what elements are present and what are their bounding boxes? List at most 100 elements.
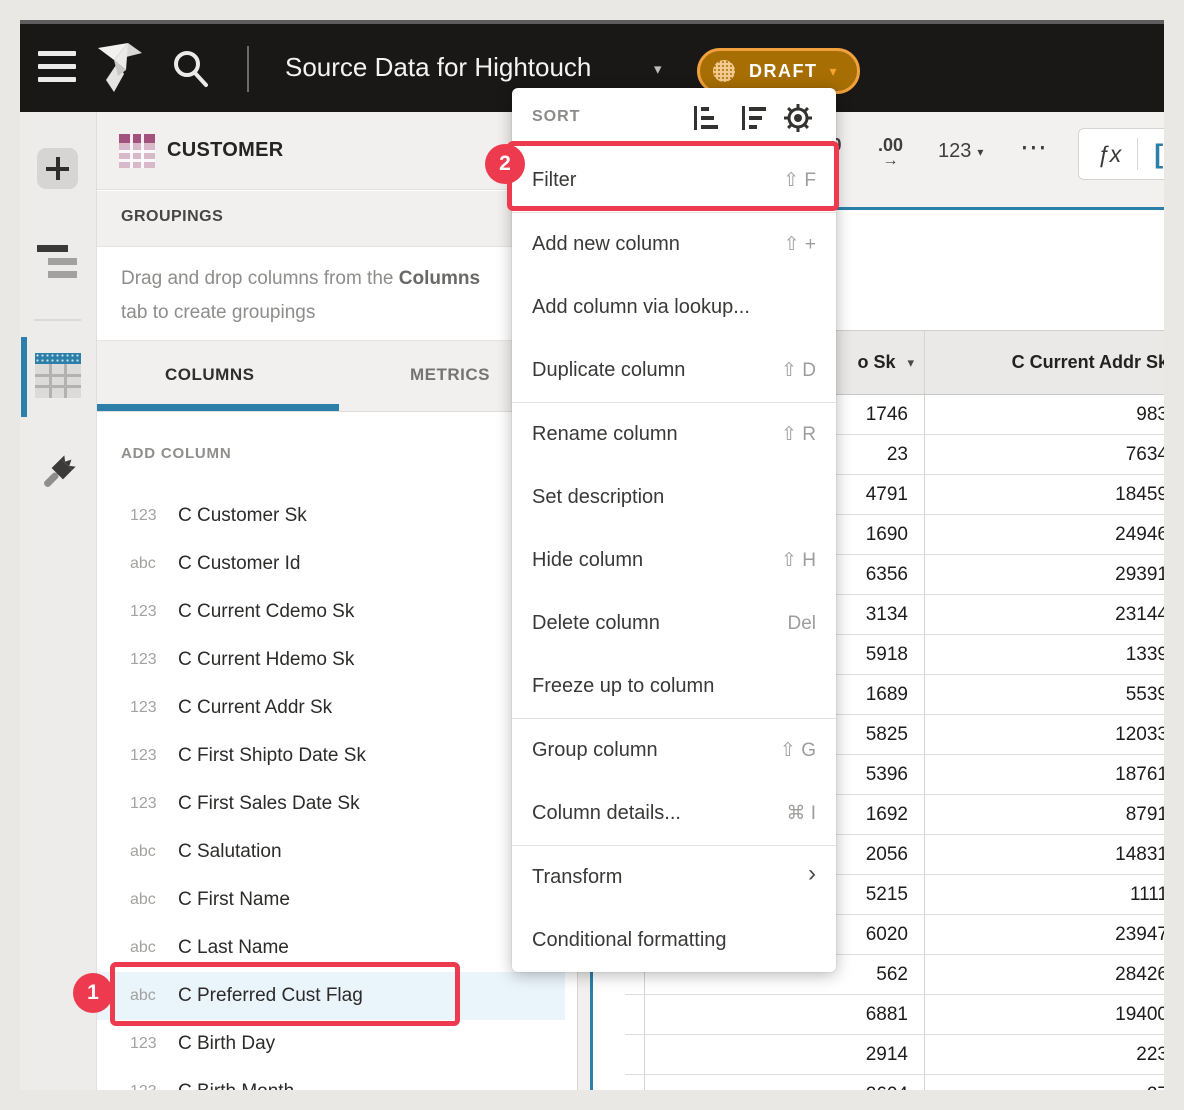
column-list-item[interactable]: 123C Birth Month	[97, 1068, 565, 1090]
draft-status-dot-icon	[713, 60, 735, 82]
element-properties-icon[interactable]	[35, 353, 81, 398]
column-list-item[interactable]: 123C First Sales Date Sk	[97, 780, 565, 828]
column-context-menu: SORT	[512, 88, 836, 972]
column-list-item[interactable]: 123C Birth Day	[97, 1020, 565, 1068]
table-cell[interactable]: 18761	[925, 755, 1164, 794]
outline-panel-icon[interactable]	[37, 245, 79, 281]
column-list-label: C First Sales Date Sk	[178, 793, 360, 815]
increase-decimal-button[interactable]: .00→	[878, 135, 903, 170]
column-list-label: C First Name	[178, 889, 290, 911]
menu-item-shortcut: ⇧ +	[784, 233, 816, 256]
column-list-item[interactable]: abcC Last Name	[97, 924, 565, 972]
document-title-caret-icon[interactable]: ▾	[654, 60, 662, 78]
column-type-tag: 123	[130, 795, 174, 813]
table-cell[interactable]: 7634	[925, 435, 1164, 474]
table-cell[interactable]: 1111	[925, 875, 1164, 914]
sort-settings-gear-icon[interactable]	[782, 102, 814, 134]
menu-item-filter[interactable]: Filter⇧ F	[512, 149, 836, 212]
formula-bar[interactable]: ƒx [	[1078, 128, 1164, 180]
menu-item-transform[interactable]: Transform›	[512, 846, 836, 909]
column-list-label: C Current Cdemo Sk	[178, 601, 354, 623]
draft-status-label: DRAFT	[749, 61, 818, 82]
search-icon[interactable]	[166, 44, 216, 94]
element-panel: CUSTOMER GROUPINGS Drag and drop columns…	[97, 112, 578, 1090]
column-list-label: C Current Hdemo Sk	[178, 649, 354, 671]
tab-columns[interactable]: COLUMNS	[165, 365, 254, 385]
column-list-label: C Last Name	[178, 937, 289, 959]
table-cell[interactable]: 18459	[925, 475, 1164, 514]
column-list-label: C First Shipto Date Sk	[178, 745, 366, 767]
table-cell[interactable]: 6881	[645, 995, 925, 1034]
column-list-item[interactable]: 123C First Shipto Date Sk	[97, 732, 565, 780]
menu-item-duplicate-column[interactable]: Duplicate column⇧ D	[512, 339, 836, 402]
menu-item-label: Transform	[532, 866, 622, 889]
menu-item-add-column-via-lookup[interactable]: Add column via lookup...	[512, 276, 836, 339]
column-list: 123C Customer SkabcC Customer Id123C Cur…	[97, 492, 578, 1090]
table-cell[interactable]: 29391	[925, 555, 1164, 594]
menu-item-label: Hide column	[532, 549, 643, 572]
table-cell[interactable]: 24946	[925, 515, 1164, 554]
column-list-item[interactable]: abcC Customer Id	[97, 540, 565, 588]
menu-item-group-column[interactable]: Group column⇧ G	[512, 719, 836, 782]
hamburger-menu-icon[interactable]	[38, 48, 76, 88]
menu-item-delete-column[interactable]: Delete column Del	[512, 592, 836, 655]
menu-item-set-description[interactable]: Set description	[512, 466, 836, 529]
menu-item-rename-column[interactable]: Rename column⇧ R	[512, 403, 836, 466]
menu-item-add-new-column[interactable]: Add new column⇧ +	[512, 213, 836, 276]
menu-item-shortcut: ⌘ I	[786, 802, 816, 825]
active-tool-indicator	[21, 337, 27, 417]
formula-bar-divider	[1137, 138, 1138, 170]
format-brush-icon[interactable]	[35, 450, 81, 496]
formula-bracket: [	[1154, 139, 1163, 170]
document-title[interactable]: Source Data for Hightouch	[285, 52, 591, 83]
groupings-header: GROUPINGS	[121, 208, 223, 226]
column-list-item[interactable]: abcC First Name	[97, 876, 565, 924]
menu-item-hide-column[interactable]: Hide column⇧ H	[512, 529, 836, 592]
table-cell[interactable]: 27	[925, 1075, 1164, 1090]
table-cell[interactable]: 2604	[645, 1075, 925, 1090]
column-list-label: C Current Addr Sk	[178, 697, 332, 719]
sort-ascending-icon[interactable]	[690, 102, 722, 134]
annotation-badge-step2: 2	[485, 144, 525, 184]
column-list-item[interactable]: 123C Current Cdemo Sk	[97, 588, 565, 636]
sigma-logo-icon[interactable]	[92, 40, 146, 96]
column-list-item[interactable]: 123C Current Hdemo Sk	[97, 636, 565, 684]
table-cell[interactable]: 23947	[925, 915, 1164, 954]
menu-item-shortcut: ⇧ D	[781, 359, 816, 382]
table-gutter-cell	[625, 1035, 645, 1074]
menu-item-label: Column details...	[532, 802, 681, 825]
draft-caret-icon: ▾	[830, 63, 837, 80]
column-list-label: C Preferred Cust Flag	[178, 985, 363, 1007]
table-cell[interactable]: 19400	[925, 995, 1164, 1034]
table-cell[interactable]: 223	[925, 1035, 1164, 1074]
menu-item-conditional-formatting[interactable]: Conditional formatting	[512, 909, 836, 972]
annotation-badge-step1: 1	[73, 973, 113, 1013]
table-cell[interactable]: 1339	[925, 635, 1164, 674]
menu-item-label: Delete column	[532, 612, 660, 635]
table-cell[interactable]: 12033	[925, 715, 1164, 754]
column-list-item[interactable]: abcC Salutation	[97, 828, 565, 876]
table-cell[interactable]: 14831	[925, 835, 1164, 874]
table-cell[interactable]: 5539	[925, 675, 1164, 714]
number-format-dropdown[interactable]: 123▾	[938, 140, 983, 163]
table-cell[interactable]: 28426	[925, 955, 1164, 994]
table-row: 2914223	[625, 1035, 1164, 1075]
column-list-item[interactable]: 123C Customer Sk	[97, 492, 565, 540]
menu-item-column-details[interactable]: Column details... ⌘ I	[512, 782, 836, 845]
menu-item-freeze-up-to-column[interactable]: Freeze up to column	[512, 655, 836, 718]
column-list-item[interactable]: 123C Current Addr Sk	[97, 684, 565, 732]
add-element-button[interactable]	[37, 148, 78, 189]
more-options-button[interactable]: ⋯	[1020, 132, 1049, 163]
sort-descending-icon[interactable]	[738, 102, 770, 134]
column-list-item[interactable]: abcC Preferred Cust Flag	[97, 972, 565, 1020]
column-menu-caret-icon[interactable]: ▾	[907, 355, 914, 371]
column-header-current-addr-sk[interactable]: C Current Addr Sk	[925, 331, 1164, 394]
panel-tab-bar: COLUMNS METRICS	[97, 340, 578, 412]
tab-metrics[interactable]: METRICS	[410, 365, 490, 385]
table-cell[interactable]: 23144	[925, 595, 1164, 634]
menu-item-label: Conditional formatting	[532, 929, 727, 952]
table-cell[interactable]: 2914	[645, 1035, 925, 1074]
table-cell[interactable]: 983	[925, 395, 1164, 434]
menu-item-shortcut: Del	[787, 613, 816, 635]
table-cell[interactable]: 8791	[925, 795, 1164, 834]
